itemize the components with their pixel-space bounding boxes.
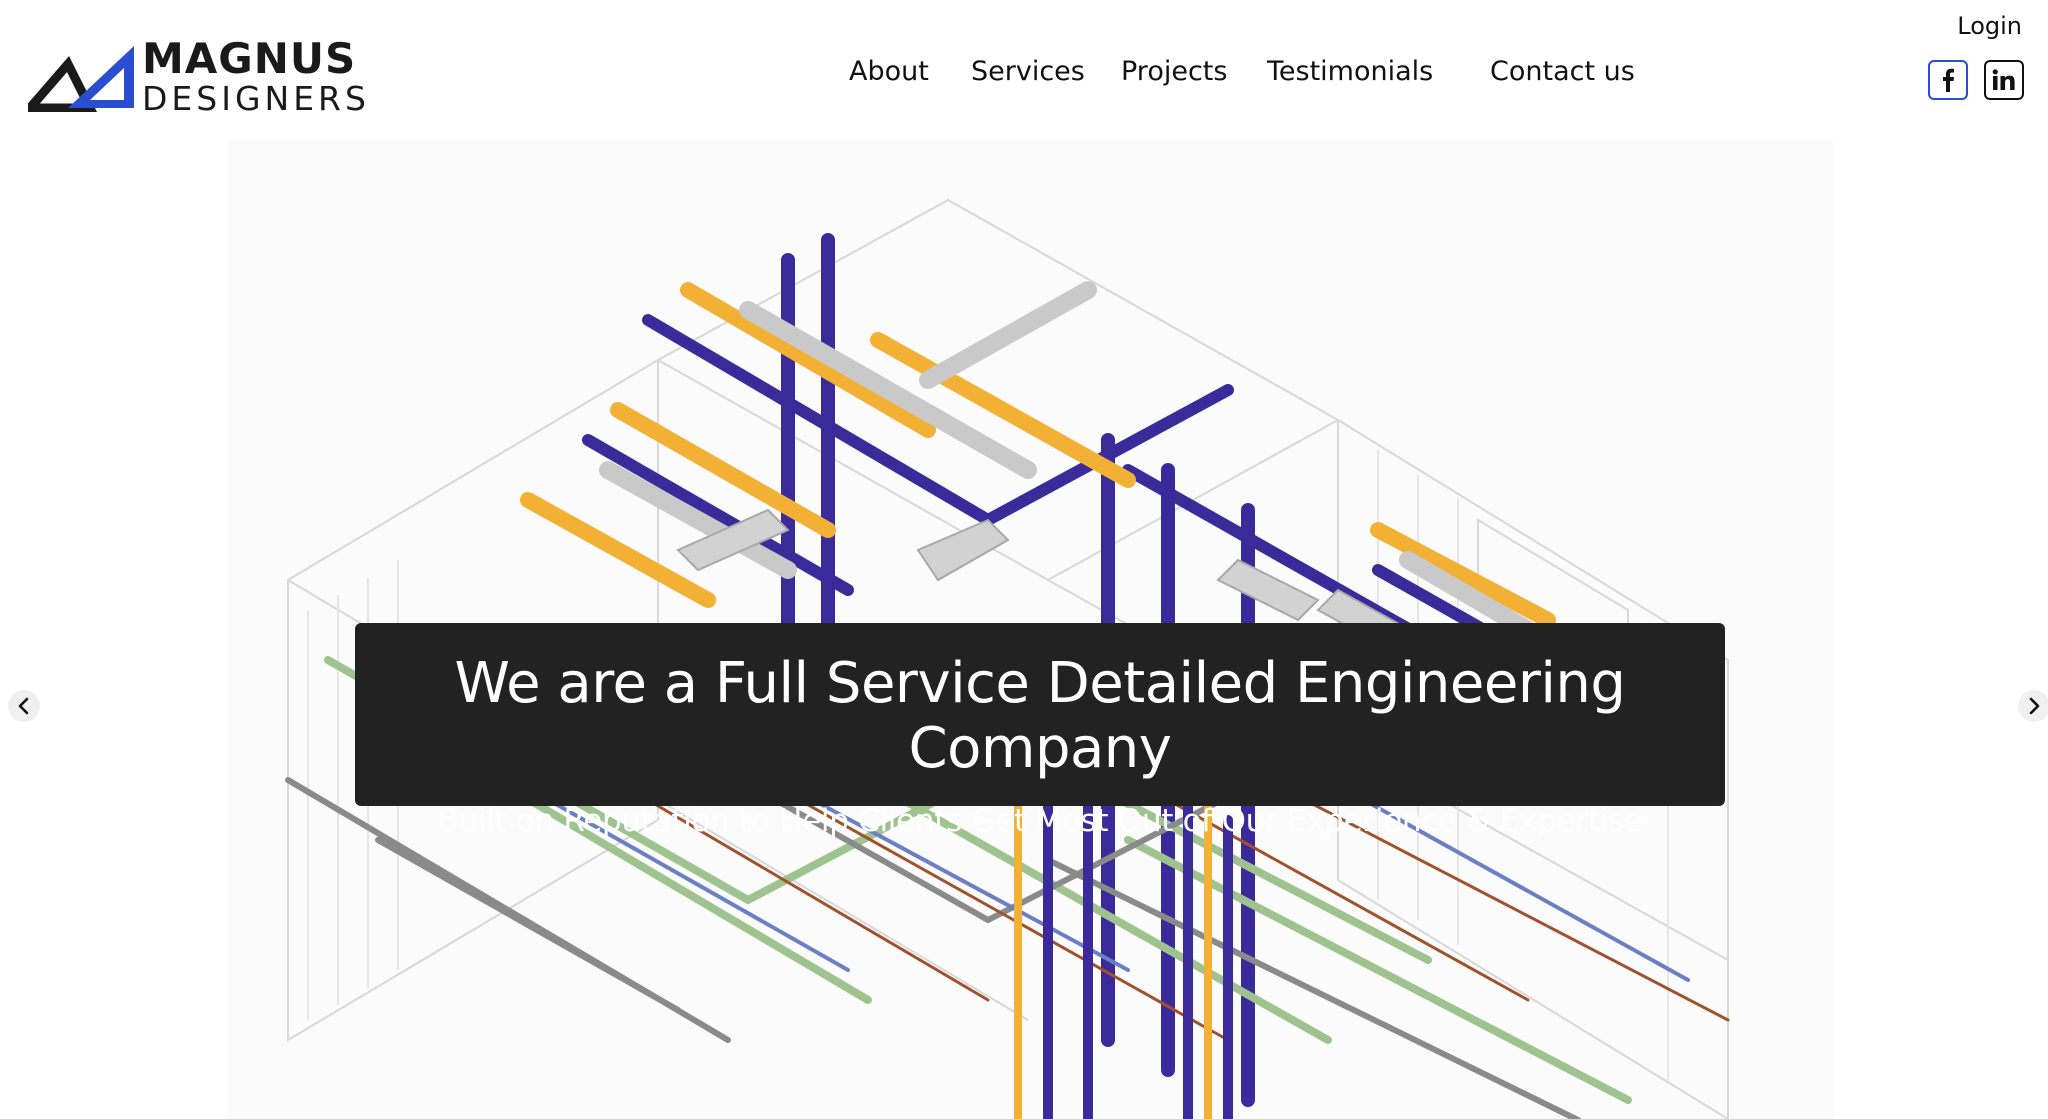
hero-caption: We are a Full Service Detailed Engineeri… bbox=[355, 623, 1725, 839]
nav-projects[interactable]: Projects bbox=[1121, 56, 1227, 87]
hero-slider: We are a Full Service Detailed Engineeri… bbox=[228, 140, 1834, 1119]
facebook-button[interactable] bbox=[1928, 60, 1968, 100]
hero-subtitle: Built on Reputation to Help Clients Get … bbox=[437, 803, 1643, 839]
main-nav: About Services Projects Testimonials Con… bbox=[0, 56, 2048, 96]
chevron-right-icon bbox=[2029, 697, 2040, 715]
nav-about[interactable]: About bbox=[849, 56, 929, 87]
nav-services[interactable]: Services bbox=[971, 56, 1085, 87]
facebook-icon bbox=[1943, 68, 1954, 92]
linkedin-button[interactable] bbox=[1984, 60, 2024, 100]
linkedin-icon bbox=[1992, 69, 2015, 90]
chevron-left-icon bbox=[18, 697, 29, 715]
slider-next-button[interactable] bbox=[2018, 690, 2048, 722]
nav-contact-us[interactable]: Contact us bbox=[1490, 56, 1635, 87]
login-link[interactable]: Login bbox=[1957, 12, 2022, 40]
site-header: MAGNUS DESIGNERS About Services Projects… bbox=[0, 0, 2048, 140]
hero-title: We are a Full Service Detailed Engineeri… bbox=[454, 651, 1626, 781]
nav-testimonials[interactable]: Testimonials bbox=[1267, 56, 1433, 87]
slider-prev-button[interactable] bbox=[8, 690, 40, 722]
